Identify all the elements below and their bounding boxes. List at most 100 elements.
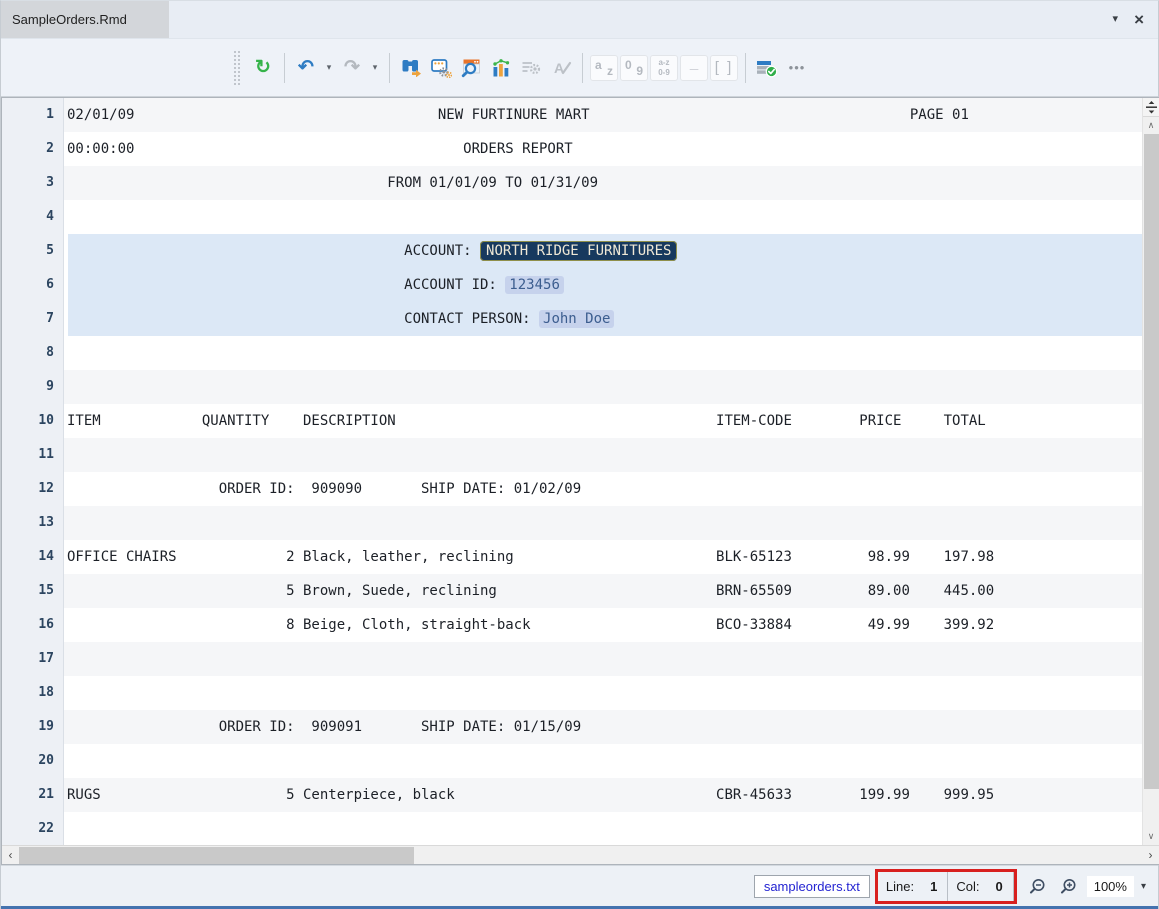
line-number: 11 bbox=[2, 438, 64, 472]
editor-pane: 102/01/09 NEW FURTINURE MART PAGE 01200:… bbox=[1, 97, 1159, 865]
editor-line-15[interactable]: 15 5 Brown, Suede, reclining BRN-65509 8… bbox=[2, 574, 1142, 608]
editor-line-17[interactable]: 17 bbox=[2, 642, 1142, 676]
line-number: 4 bbox=[2, 200, 64, 234]
line-text: ACCOUNT ID: 123456 bbox=[64, 268, 1142, 302]
line-text: OFFICE CHAIRS 2 Black, leather, reclinin… bbox=[64, 540, 1142, 574]
font-edit-icon: A bbox=[551, 59, 572, 77]
refresh-button[interactable]: ↻ bbox=[249, 53, 277, 83]
tab-controls: ▾ × bbox=[1113, 1, 1158, 38]
tab-title: SampleOrders.Rmd bbox=[12, 12, 127, 27]
panel-gears-icon bbox=[431, 58, 452, 78]
zoom-out-button[interactable] bbox=[1029, 878, 1046, 895]
editor-line-18[interactable]: 18 bbox=[2, 676, 1142, 710]
tab-bar: SampleOrders.Rmd ▾ × bbox=[1, 1, 1158, 39]
editor-line-12[interactable]: 12 ORDER ID: 909090 SHIP DATE: 01/02/09 bbox=[2, 472, 1142, 506]
line-number: 5 bbox=[2, 234, 64, 268]
editor-line-19[interactable]: 19 ORDER ID: 909091 SHIP DATE: 01/15/09 bbox=[2, 710, 1142, 744]
tab-list-dropdown-icon[interactable]: ▾ bbox=[1113, 14, 1119, 25]
scroll-right-arrow[interactable]: › bbox=[1142, 848, 1159, 862]
sort-alphanumeric-icon: a-z 0-9 bbox=[658, 58, 670, 77]
zoom-level-value[interactable]: 100% bbox=[1087, 876, 1134, 897]
line-number: 9 bbox=[2, 370, 64, 404]
editor-line-14[interactable]: 14OFFICE CHAIRS 2 Black, leather, reclin… bbox=[2, 540, 1142, 574]
editor-line-11[interactable]: 11 bbox=[2, 438, 1142, 472]
editor-line-1[interactable]: 102/01/09 NEW FURTINURE MART PAGE 01 bbox=[2, 98, 1142, 132]
line-text bbox=[64, 744, 1142, 778]
split-view-handle[interactable] bbox=[1143, 98, 1159, 117]
toolbar-separator bbox=[582, 53, 583, 83]
line-number: 16 bbox=[2, 608, 64, 642]
editor-line-21[interactable]: 21RUGS 5 Centerpiece, black CBR-45633 19… bbox=[2, 778, 1142, 812]
editor-line-3[interactable]: 3 FROM 01/01/09 TO 01/31/09 bbox=[2, 166, 1142, 200]
bar-chart-icon bbox=[491, 58, 511, 78]
editor-line-10[interactable]: 10ITEM QUANTITY DESCRIPTION ITEM-CODE PR… bbox=[2, 404, 1142, 438]
editor-line-13[interactable]: 13 bbox=[2, 506, 1142, 540]
filter-settings-button[interactable] bbox=[427, 53, 455, 83]
underscore-icon: _ bbox=[690, 55, 698, 72]
zoom-dropdown-icon[interactable]: ▾ bbox=[1141, 881, 1146, 892]
sort-numeric-icon: 0 bbox=[625, 59, 632, 71]
sort-numeric-button: 0 9 bbox=[620, 55, 648, 81]
brackets-icon: [ ] bbox=[715, 59, 734, 76]
zoom-in-button[interactable] bbox=[1060, 878, 1077, 895]
horizontal-scrollbar[interactable]: ‹ › bbox=[2, 845, 1159, 864]
scroll-up-arrow[interactable]: ∧ bbox=[1143, 117, 1159, 133]
find-next-button[interactable] bbox=[397, 53, 425, 83]
refresh-icon: ↻ bbox=[255, 58, 271, 77]
line-label: Line: bbox=[886, 879, 914, 894]
toolbar: ↻ ↶ ▾ ↷ ▾ bbox=[1, 39, 1158, 97]
editor-line-5[interactable]: 5 ACCOUNT: NORTH RIDGE FURNITURES bbox=[2, 234, 1142, 268]
line-text bbox=[64, 200, 1142, 234]
line-text bbox=[64, 812, 1142, 846]
col-value: 0 bbox=[995, 879, 1002, 894]
more-options-button[interactable]: ••• bbox=[783, 53, 811, 83]
undo-button[interactable]: ↶ bbox=[292, 53, 320, 83]
line-number: 1 bbox=[2, 98, 64, 132]
line-text bbox=[64, 336, 1142, 370]
close-icon[interactable]: × bbox=[1134, 11, 1144, 28]
search-document-button[interactable] bbox=[457, 53, 485, 83]
line-text bbox=[64, 676, 1142, 710]
line-text: ITEM QUANTITY DESCRIPTION ITEM-CODE PRIC… bbox=[64, 404, 1142, 438]
undo-icon: ↶ bbox=[298, 58, 314, 77]
scroll-left-arrow[interactable]: ‹ bbox=[2, 848, 19, 862]
table-validate-button[interactable] bbox=[753, 53, 781, 83]
editor-line-8[interactable]: 8 bbox=[2, 336, 1142, 370]
toolbar-drag-handle[interactable] bbox=[233, 50, 240, 86]
line-number: 17 bbox=[2, 642, 64, 676]
tab-sampleorders[interactable]: SampleOrders.Rmd bbox=[1, 1, 169, 38]
editor-line-16[interactable]: 16 8 Beige, Cloth, straight-back BCO-338… bbox=[2, 608, 1142, 642]
field-highlight-light: John Doe bbox=[539, 310, 614, 328]
undo-dropdown-button[interactable]: ▾ bbox=[322, 53, 336, 83]
statistics-button[interactable] bbox=[487, 53, 515, 83]
magnifier-document-icon bbox=[461, 58, 481, 78]
editor-line-7[interactable]: 7 CONTACT PERSON: John Doe bbox=[2, 302, 1142, 336]
field-highlight-light: 123456 bbox=[505, 276, 564, 294]
vertical-scroll-thumb[interactable] bbox=[1144, 134, 1159, 789]
line-text: ACCOUNT: NORTH RIDGE FURNITURES bbox=[64, 234, 1142, 268]
editor-rows[interactable]: 102/01/09 NEW FURTINURE MART PAGE 01200:… bbox=[2, 98, 1142, 846]
editor-line-20[interactable]: 20 bbox=[2, 744, 1142, 778]
editor-line-9[interactable]: 9 bbox=[2, 370, 1142, 404]
table-check-icon bbox=[756, 58, 778, 78]
scroll-down-arrow[interactable]: ∨ bbox=[1143, 828, 1159, 844]
line-number: 6 bbox=[2, 268, 64, 302]
editor-line-22[interactable]: 22 bbox=[2, 812, 1142, 846]
editor-line-4[interactable]: 4 bbox=[2, 200, 1142, 234]
binoculars-icon bbox=[401, 58, 422, 77]
line-number: 22 bbox=[2, 812, 64, 846]
line-text: CONTACT PERSON: John Doe bbox=[64, 302, 1142, 336]
chevron-down-icon: ▾ bbox=[373, 62, 378, 73]
line-text: RUGS 5 Centerpiece, black CBR-45633 199.… bbox=[64, 778, 1142, 812]
editor-line-2[interactable]: 200:00:00 ORDERS REPORT bbox=[2, 132, 1142, 166]
vertical-scrollbar[interactable]: ∧ ∨ bbox=[1142, 98, 1159, 846]
line-text: ORDER ID: 909091 SHIP DATE: 01/15/09 bbox=[64, 710, 1142, 744]
splitter-icon bbox=[1145, 101, 1158, 114]
sort-az-icon: a bbox=[595, 59, 602, 71]
process-settings-button bbox=[517, 53, 545, 83]
line-number: 13 bbox=[2, 506, 64, 540]
editor-line-6[interactable]: 6 ACCOUNT ID: 123456 bbox=[2, 268, 1142, 302]
redo-button: ↷ bbox=[338, 53, 366, 83]
font-edit-button: A bbox=[547, 53, 575, 83]
horizontal-scroll-thumb[interactable] bbox=[19, 847, 414, 864]
